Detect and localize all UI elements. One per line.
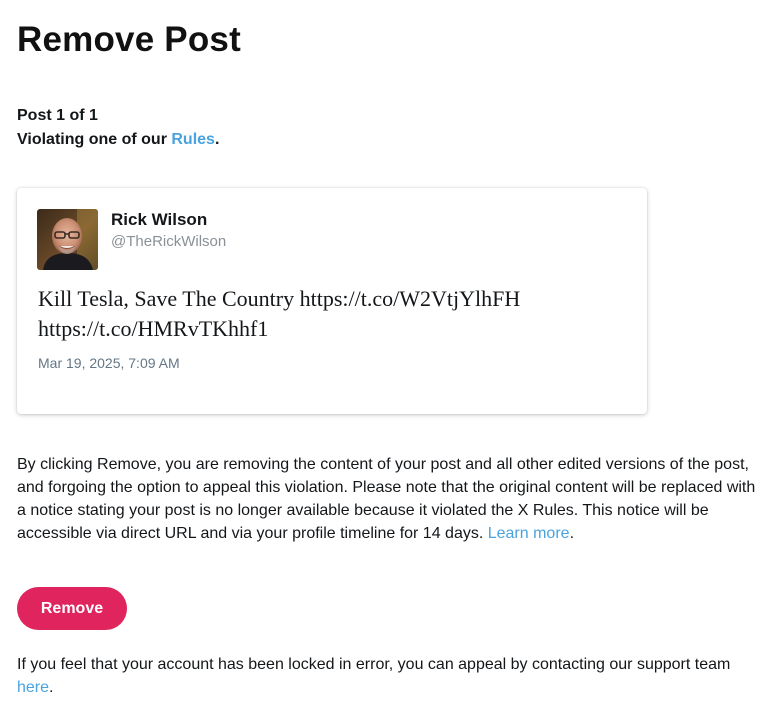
avatar bbox=[37, 209, 98, 270]
author-name[interactable]: Rick Wilson bbox=[111, 210, 207, 230]
remove-button[interactable]: Remove bbox=[17, 587, 127, 630]
violation-suffix: . bbox=[214, 131, 220, 148]
appeal-text: If you feel that your account has been l… bbox=[17, 656, 731, 673]
author-handle[interactable]: @TheRickWilson bbox=[111, 233, 226, 250]
violation-prefix: Violating one of our bbox=[17, 131, 172, 148]
tweet-timestamp: Mar 19, 2025, 7:09 AM bbox=[38, 355, 180, 371]
post-count: Post 1 of 1 bbox=[17, 107, 98, 124]
tweet-card: Rick Wilson @TheRickWilson Kill Tesla, S… bbox=[17, 188, 647, 414]
tweet-text: Kill Tesla, Save The Country https://t.c… bbox=[38, 286, 521, 341]
learn-more-link[interactable]: Learn more bbox=[488, 525, 570, 542]
rules-link[interactable]: Rules bbox=[171, 131, 215, 148]
page-title: Remove Post bbox=[17, 20, 241, 59]
remove-disclaimer: By clicking Remove, you are removing the… bbox=[17, 453, 762, 545]
violation-notice: Violating one of our Rules. bbox=[17, 131, 219, 149]
avatar-photo-icon bbox=[37, 209, 98, 270]
disclaimer-suffix: . bbox=[569, 525, 575, 542]
appeal-here-link[interactable]: here bbox=[17, 679, 49, 696]
appeal-suffix: . bbox=[49, 679, 54, 696]
disclaimer-text: By clicking Remove, you are removing the… bbox=[17, 456, 756, 542]
appeal-notice: If you feel that your account has been l… bbox=[17, 653, 767, 699]
